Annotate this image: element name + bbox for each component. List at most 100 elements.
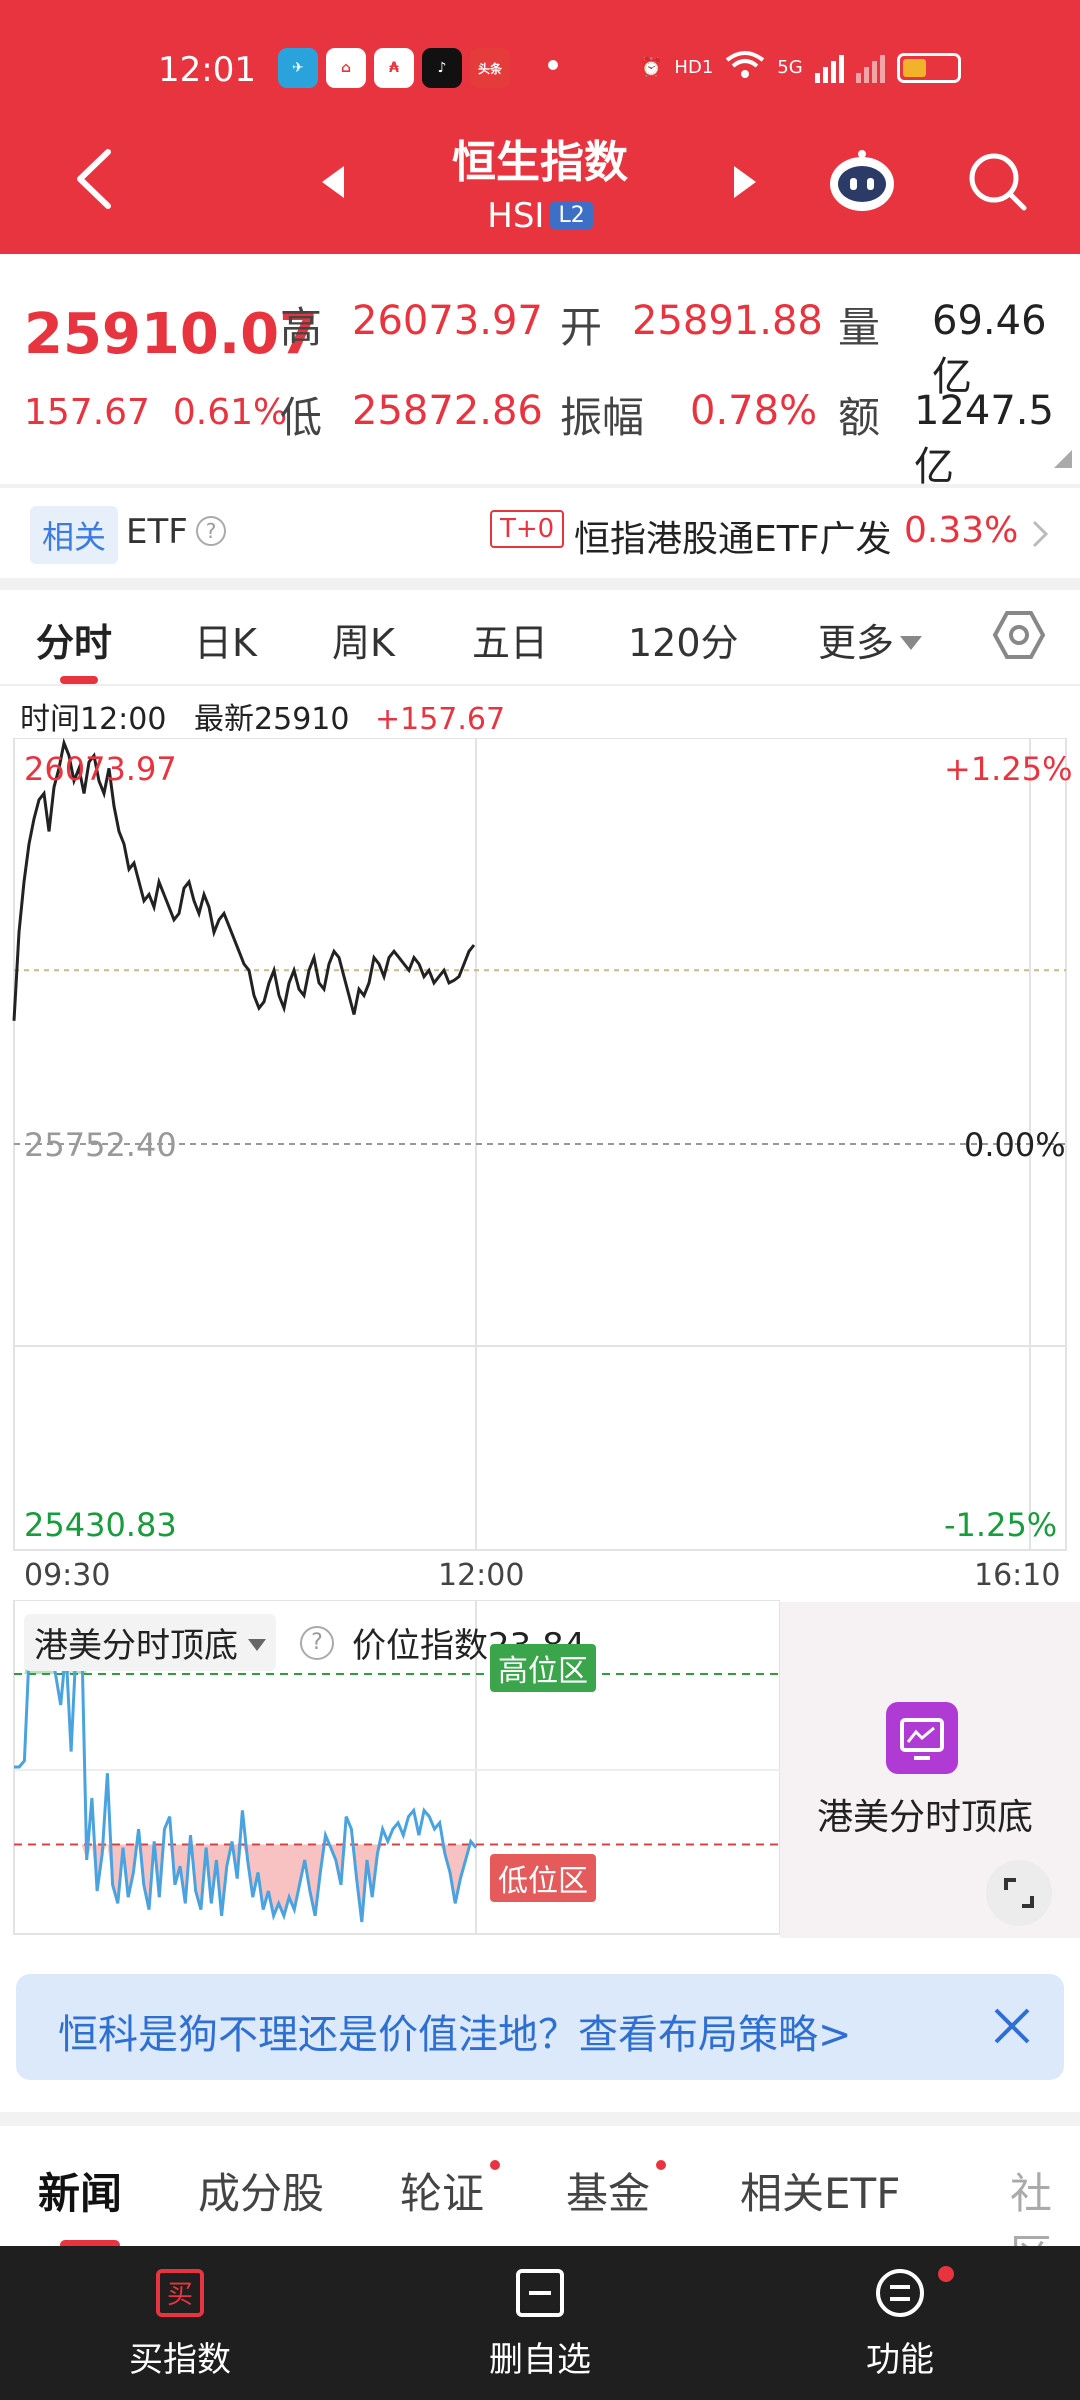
back-arrow-icon[interactable] [72, 148, 116, 210]
status-time: 12:01 [158, 50, 256, 90]
high-value: 26073.97 [352, 298, 543, 344]
change-value: 157.67 [24, 392, 150, 433]
functions-button[interactable]: 功能 [770, 2260, 1030, 2381]
crosshair-info: 时间12:00 最新25910 +157.67 [20, 694, 505, 738]
tiktok-icon: ♪ [422, 48, 462, 88]
tab-related-etf[interactable]: 相关ETF [740, 2160, 900, 2221]
battery-icon [896, 52, 961, 83]
y-axis-bottom-label: 25430.83 [24, 1506, 177, 1544]
price-change: 157.67 0.61% [24, 392, 287, 433]
expand-corner-icon[interactable] [1054, 450, 1072, 468]
etf-change-pct: 0.33% [904, 510, 1019, 551]
functions-label: 功能 [866, 2340, 934, 2380]
signal-icon [855, 53, 885, 83]
related-etf-row[interactable]: 相关 ETF ? T+0 恒指港股通ETF广发 0.33% [0, 488, 1080, 578]
promo-banner[interactable]: 恒科是狗不理还是价值洼地？查看布局策略> [16, 1974, 1064, 2080]
next-index-icon[interactable] [730, 162, 760, 202]
wifi-icon [725, 50, 765, 85]
indicator-selector[interactable]: 港美分时顶底 [24, 1614, 276, 1671]
telegram-icon: ✈ [278, 48, 318, 88]
caret-down-icon [248, 1639, 266, 1651]
app-icon: ₳ [374, 48, 414, 88]
help-icon[interactable]: ? [300, 1625, 334, 1660]
expand-icon[interactable] [986, 1860, 1052, 1926]
quote-panel: 25910.07 157.67 0.61% 高 26073.97 开 25891… [0, 254, 1080, 490]
search-icon[interactable] [966, 150, 1028, 212]
low-value: 25872.86 [352, 388, 543, 434]
menu-circle-icon [876, 2269, 924, 2317]
y-axis-mid-label: 25752.40 [24, 1126, 177, 1164]
divider [0, 578, 1080, 590]
open-label: 开 [560, 303, 603, 352]
buy-index-button[interactable]: 买 买指数 [50, 2260, 310, 2381]
x-axis-label-start: 09:30 [24, 1558, 111, 1593]
tab-weekly-k[interactable]: 周K [332, 612, 395, 667]
y-axis-right-top-label: +1.25% [944, 750, 1073, 788]
more-notifications-dot [548, 60, 558, 70]
l2-badge: L2 [550, 202, 593, 229]
y-axis-right-bottom-label: -1.25% [944, 1506, 1058, 1544]
notification-dot [490, 2160, 500, 2170]
robot-assistant-icon[interactable] [826, 148, 898, 214]
network-label: 5G [777, 57, 803, 78]
tab-funds[interactable]: 基金 [566, 2160, 650, 2221]
y-axis-right-mid-label: 0.00% [964, 1126, 1066, 1164]
app-icon: ⌂ [326, 48, 366, 88]
change-pct: 0.61% [172, 392, 288, 433]
period-tabs: 分时 日K 周K 五日 120分 更多 [0, 590, 1080, 686]
close-icon[interactable] [990, 2004, 1034, 2048]
index-code: HSI L2 [340, 196, 740, 236]
etf-name[interactable]: 恒指港股通ETF广发 [574, 510, 891, 562]
etf-label: ETF [126, 512, 188, 552]
y-axis-top-label: 26073.97 [24, 750, 177, 788]
side-card-label: 港美分时顶底 [816, 1797, 1033, 1838]
banner-text[interactable]: 恒科是狗不理还是价值洼地？查看布局策略> [58, 2002, 852, 2060]
low-zone-fill [14, 1844, 476, 1922]
volume-label: 量 [838, 303, 881, 352]
indicator-side-card[interactable]: 港美分时顶底 [780, 1602, 1080, 1938]
signal-icon [814, 53, 844, 83]
caret-down-icon [900, 636, 923, 650]
remove-watchlist-button[interactable]: 删自选 [410, 2260, 670, 2381]
index-code-label: HSI [487, 196, 545, 236]
notification-dot [938, 2266, 954, 2282]
tab-120min[interactable]: 120分 [628, 612, 739, 667]
help-icon[interactable]: ? [196, 516, 226, 546]
tab-more[interactable]: 更多 [818, 612, 923, 667]
tab-five-day[interactable]: 五日 [472, 612, 548, 667]
last-price: 25910.07 [24, 302, 319, 367]
alarm-icon: ⏰ [640, 57, 663, 78]
hd-icon: HD1 [674, 57, 714, 78]
status-icons: ⏰ HD1 5G [640, 50, 961, 85]
t0-badge: T+0 [490, 510, 565, 548]
status-bar: 12:01 ✈ ⌂ ₳ ♪ 头条 ⏰ HD1 5G [0, 40, 1080, 100]
content-tabs: 新闻 成分股 轮证 基金 相关ETF 社区 [0, 2112, 1080, 2279]
high-zone-tag: 高位区 [490, 1644, 596, 1692]
settings-hexagon-icon[interactable] [992, 608, 1046, 662]
notification-apps: ✈ ⌂ ₳ ♪ 头条 [278, 48, 510, 88]
tab-daily-k[interactable]: 日K [194, 612, 257, 667]
svg-text:买: 买 [167, 2280, 193, 2310]
chevron-right-icon[interactable] [1030, 518, 1050, 550]
bottom-nav: 买 买指数 删自选 功能 [0, 2246, 1080, 2400]
remove-watchlist-icon [516, 2269, 564, 2317]
remove-watchlist-label: 删自选 [489, 2340, 591, 2380]
turnover-label: 额 [838, 393, 881, 442]
amplitude-label: 振幅 [560, 393, 645, 442]
turnover-value: 1247.5亿 [914, 388, 1054, 490]
tab-constituents[interactable]: 成分股 [198, 2160, 324, 2221]
high-label: 高 [280, 303, 323, 352]
info-change: +157.67 [375, 702, 506, 737]
low-label: 低 [280, 393, 323, 442]
tab-warrants[interactable]: 轮证 [400, 2160, 484, 2221]
indicator-name: 港美分时顶底 [34, 1626, 238, 1666]
active-tab-indicator [60, 676, 98, 684]
indicator-chart-icon [886, 1702, 958, 1774]
toutiao-icon: 头条 [470, 48, 510, 88]
low-zone-tag: 低位区 [490, 1854, 596, 1902]
page-title: 恒生指数 [452, 137, 628, 188]
buy-icon: 买 [156, 2269, 204, 2317]
tab-news[interactable]: 新闻 [38, 2160, 122, 2221]
tab-intraday[interactable]: 分时 [36, 612, 112, 667]
related-tag: 相关 [30, 506, 119, 564]
